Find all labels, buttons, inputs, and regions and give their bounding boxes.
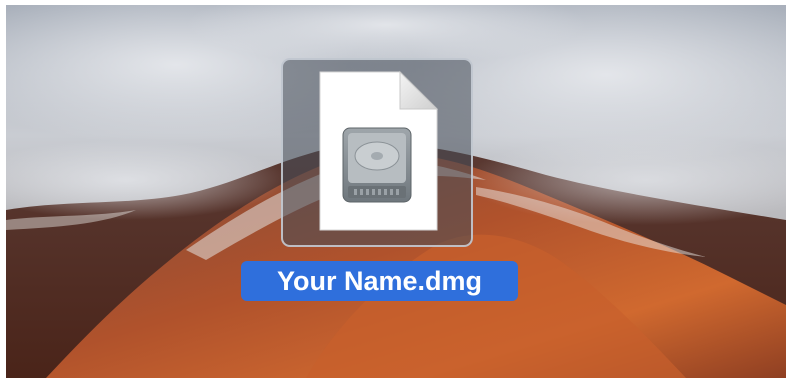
filename-label[interactable]: Your Name.dmg: [241, 261, 518, 301]
disk-image-icon[interactable]: [317, 70, 440, 233]
desktop-wallpaper: Your Name.dmg: [6, 5, 786, 378]
file-icon-selection[interactable]: [281, 58, 473, 247]
